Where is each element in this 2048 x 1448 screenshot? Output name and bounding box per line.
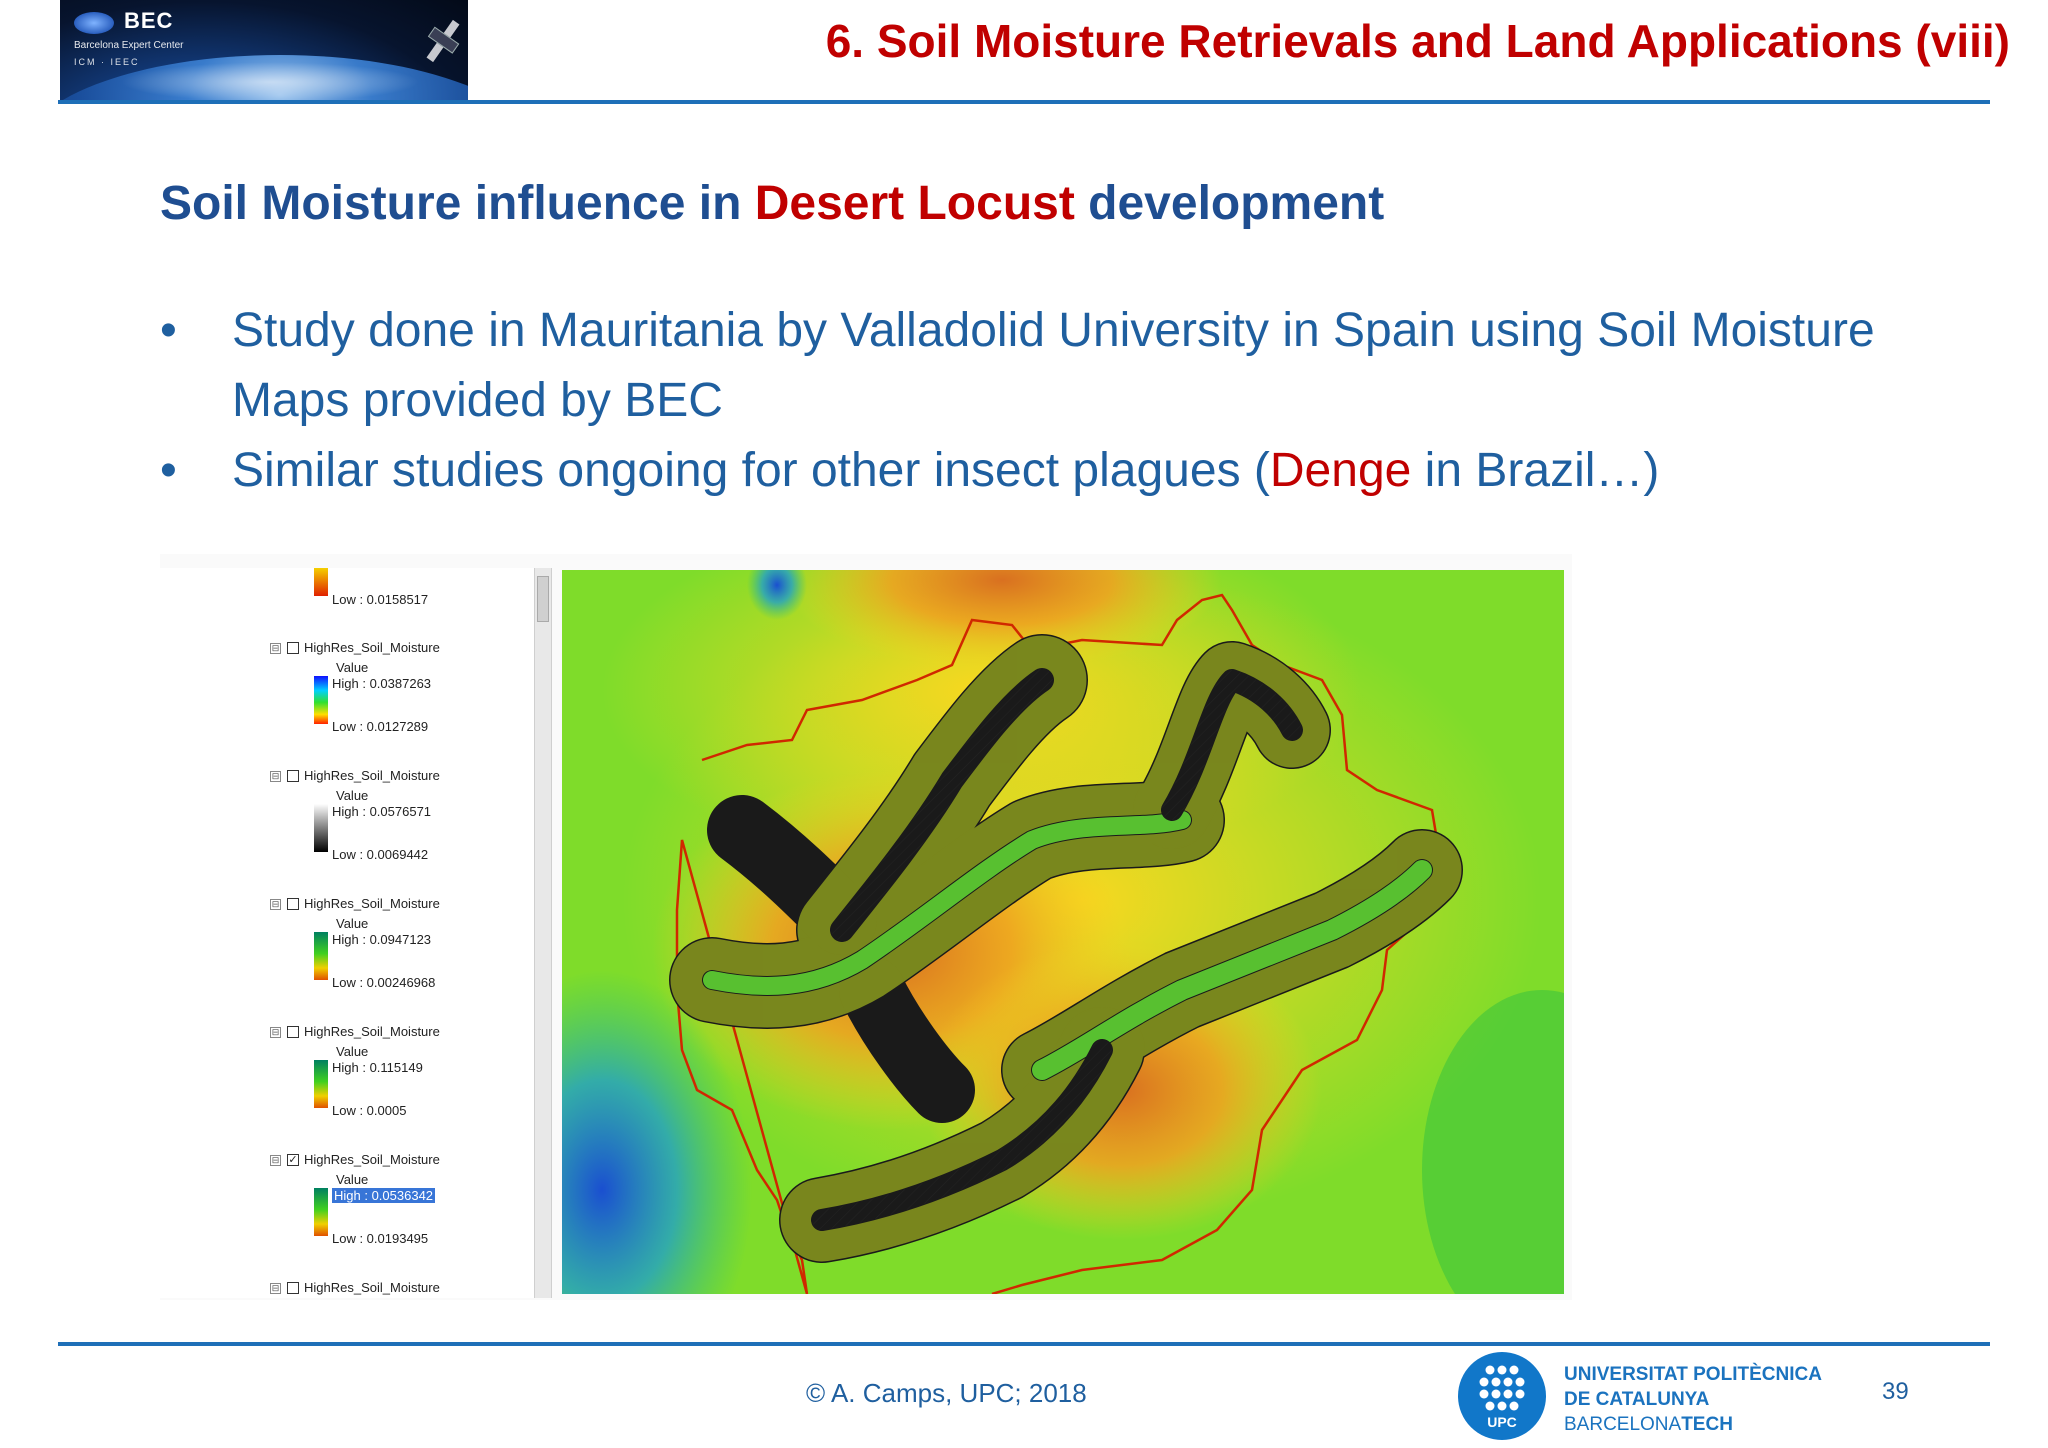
layer-checkbox[interactable] xyxy=(287,770,299,782)
upc-logo: UPC xyxy=(1458,1352,1546,1440)
legend-high-value: High : 0.0576571 xyxy=(332,804,432,819)
legend-value-label: Value xyxy=(336,660,369,675)
color-ramp xyxy=(314,804,328,852)
bullet-marker: • xyxy=(160,304,177,357)
layer-checkbox[interactable] xyxy=(287,898,299,910)
bullet-list: • Study done in Mauritania by Valladolid… xyxy=(160,296,1940,506)
collapse-icon[interactable]: ⊟ xyxy=(270,1027,281,1038)
legend-low-value: Low : 0.0193495 xyxy=(332,1231,429,1246)
layer-checkbox[interactable] xyxy=(287,1282,299,1294)
legend-layer[interactable]: ⊟ HighRes_Soil_Moisture xyxy=(270,1280,510,1298)
layer-name[interactable]: HighRes_Soil_Moisture xyxy=(304,896,440,911)
copyright-text: © A. Camps, UPC; 2018 xyxy=(806,1378,1087,1408)
gis-table-of-contents: Low : 0.0158517 ⊟ HighRes_Soil_Moisture V… xyxy=(160,568,552,1298)
legend-low-value: Low : 0.0158517 xyxy=(332,592,429,607)
layer-name[interactable]: HighRes_Soil_Moisture xyxy=(304,1280,440,1295)
collapse-icon[interactable]: ⊟ xyxy=(270,771,281,782)
legend-high-value: High : 0.115149 xyxy=(332,1060,423,1075)
color-ramp xyxy=(314,932,328,980)
bullet-highlight: Denge xyxy=(1269,444,1412,497)
legend-low-value: Low : 0.0069442 xyxy=(332,847,429,862)
collapse-icon[interactable]: ⊟ xyxy=(270,1283,281,1294)
collapse-icon[interactable]: ⊟ xyxy=(270,643,281,654)
legend-value-label: Value xyxy=(336,788,369,803)
layer-name[interactable]: HighRes_Soil_Moisture xyxy=(304,768,440,783)
legend-value-label: Value xyxy=(336,916,369,931)
color-ramp xyxy=(314,1188,328,1236)
legend-scrollbar[interactable] xyxy=(534,568,552,1298)
legend-high-value: High : 0.0947123 xyxy=(332,932,432,947)
page-number: 39 xyxy=(1882,1378,1909,1405)
legend-low-value: Low : 0.0127289 xyxy=(332,719,429,734)
color-ramp xyxy=(314,676,328,724)
layer-checkbox[interactable] xyxy=(287,642,299,654)
legend-layer[interactable]: ⊟ HighRes_Soil_Moisture Value High : 0.05… xyxy=(270,768,510,862)
layer-name[interactable]: HighRes_Soil_Moisture xyxy=(304,1152,440,1167)
slide-title: 6. Soil Moisture Retrievals and Land App… xyxy=(825,15,2010,67)
soil-moisture-map xyxy=(562,570,1564,1294)
legend-value-label: Value xyxy=(336,1044,369,1059)
legend-low-value: Low : 0.00246968 xyxy=(332,975,436,990)
collapse-icon[interactable]: ⊟ xyxy=(270,1155,281,1166)
legend-layer[interactable]: ⊟ HighRes_Soil_Moisture Value High : 0.11… xyxy=(270,1024,510,1118)
bec-logo: BEC Barcelona Expert Center ICM · IEEC xyxy=(60,0,468,100)
bec-logo-partners: ICM · IEEC xyxy=(74,57,140,67)
legend-layer[interactable]: ⊟ ✓ HighRes_Soil_Moisture Value High : 0.0… xyxy=(270,1152,510,1246)
bec-logo-subtitle: Barcelona Expert Center xyxy=(74,40,184,51)
legend-value-label: Value xyxy=(336,1172,369,1187)
layer-checkbox-checked[interactable]: ✓ xyxy=(287,1154,299,1166)
collapse-icon[interactable]: ⊟ xyxy=(270,899,281,910)
legend-layer[interactable]: ⊟ HighRes_Soil_Moisture Value High : 0.03… xyxy=(270,640,510,734)
legend-layer[interactable]: ⊟ HighRes_Soil_Moisture Value High : 0.09… xyxy=(270,896,510,990)
footer-divider xyxy=(58,1342,1990,1346)
layer-name[interactable]: HighRes_Soil_Moisture xyxy=(304,640,440,655)
slide-subtitle: Soil Moisture influence in Desert Locust… xyxy=(160,177,1385,230)
legend-high-value-selected[interactable]: High : 0.0536342 xyxy=(332,1188,436,1203)
legend-low-value: Low : 0.0005 xyxy=(332,1103,407,1118)
header-divider xyxy=(58,100,1990,104)
upc-mark: UPC xyxy=(1487,1414,1517,1430)
bullet-item: • Study done in Mauritania by Valladolid… xyxy=(160,296,1940,436)
bullet-item: • Similar studies ongoing for other inse… xyxy=(160,436,1940,506)
scrollbar-thumb[interactable] xyxy=(537,576,549,622)
upc-name: UNIVERSITAT POLITÈCNICA DE CATALUNYA BAR… xyxy=(1564,1364,1822,1435)
satellite-icon xyxy=(418,14,468,69)
legend-high-value: High : 0.0387263 xyxy=(332,676,432,691)
color-ramp xyxy=(314,1060,328,1108)
bullet-text: Study done in Mauritania by Valladolid U… xyxy=(232,304,1875,427)
subtitle-highlight: Desert Locust xyxy=(754,177,1075,230)
layer-checkbox[interactable] xyxy=(287,1026,299,1038)
upc-dots-icon xyxy=(1479,1365,1525,1411)
bullet-marker: • xyxy=(160,444,177,497)
color-ramp xyxy=(314,568,328,596)
layer-name[interactable]: HighRes_Soil_Moisture xyxy=(304,1024,440,1039)
bec-logo-title: BEC xyxy=(124,8,174,33)
